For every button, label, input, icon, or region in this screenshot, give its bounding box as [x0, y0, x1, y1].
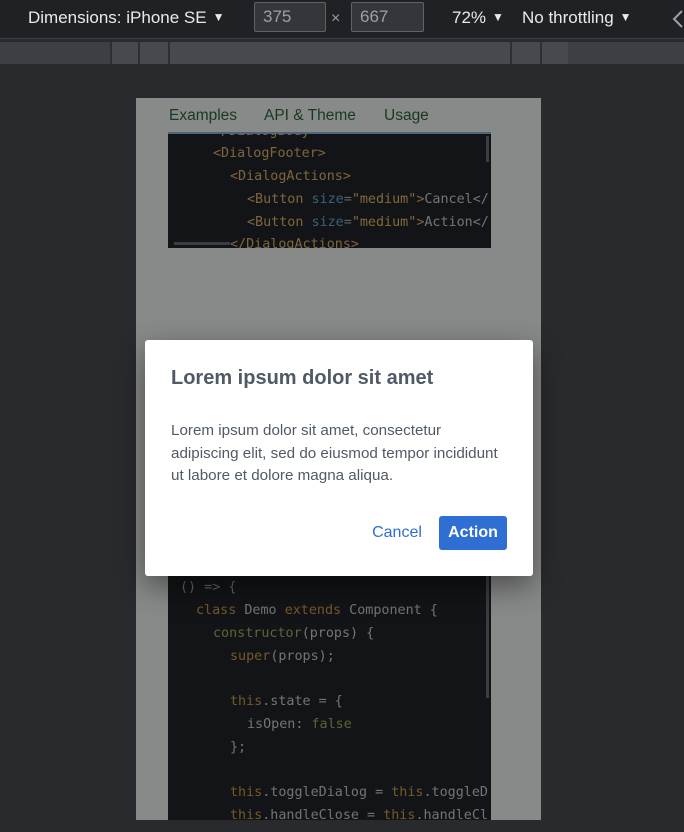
chevron-down-icon: ▼: [619, 10, 632, 24]
height-input[interactable]: [351, 2, 424, 32]
media-query-segment[interactable]: [110, 42, 138, 64]
throttling-dropdown[interactable]: No throttling ▼: [522, 8, 632, 28]
rotate-icon[interactable]: [672, 8, 684, 30]
media-query-segment[interactable]: [540, 42, 568, 64]
chevron-down-icon: ▼: [212, 10, 225, 24]
media-query-segment[interactable]: [510, 42, 540, 64]
dialog-body: Lorem ipsum dolor sit amet, consectetur …: [171, 422, 498, 484]
zoom-dropdown[interactable]: 72% ▼: [452, 8, 504, 28]
media-query-bar: [0, 42, 684, 64]
device-dimensions-label: Dimensions: iPhone SE: [28, 8, 207, 27]
device-toolbar: Dimensions: iPhone SE ▼ × 72% ▼ No throttl…: [0, 0, 684, 39]
cancel-button[interactable]: Cancel: [367, 516, 427, 550]
action-button[interactable]: Action: [439, 516, 507, 550]
media-query-segment[interactable]: [138, 42, 168, 64]
width-input[interactable]: [254, 2, 326, 32]
chevron-down-icon: ▼: [492, 10, 504, 24]
dialog-title: Lorem ipsum dolor sit amet: [171, 367, 434, 389]
zoom-label: 72%: [452, 8, 487, 27]
media-query-segment[interactable]: [168, 42, 510, 64]
dialog: Lorem ipsum dolor sit amet Lorem ipsum d…: [145, 340, 533, 576]
device-dimensions-dropdown[interactable]: Dimensions: iPhone SE ▼: [28, 8, 224, 28]
times-icon: ×: [331, 10, 341, 27]
throttling-label: No throttling: [522, 8, 614, 27]
